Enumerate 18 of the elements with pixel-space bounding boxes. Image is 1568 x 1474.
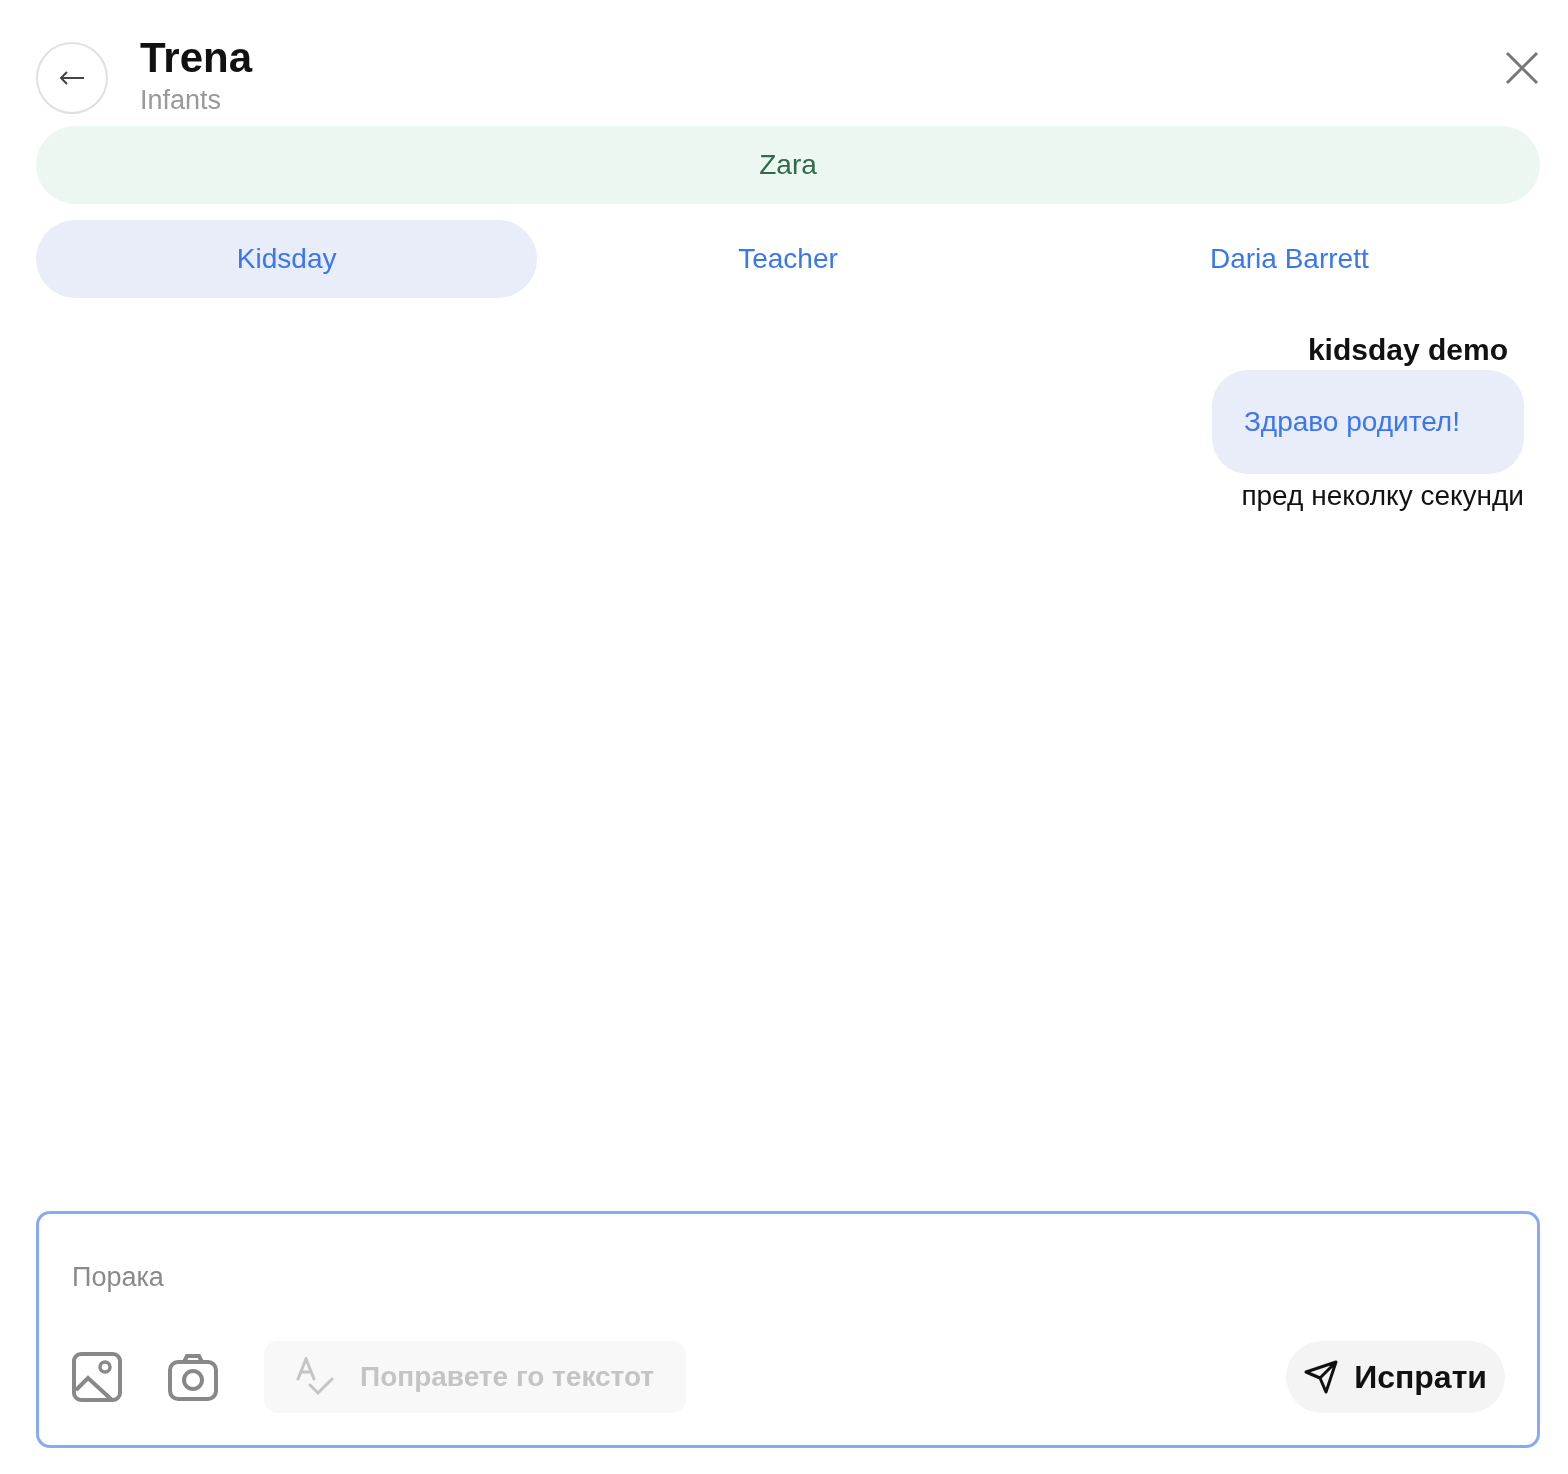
child-banner: Zara bbox=[36, 126, 1540, 204]
message-bubble: Здраво родител! bbox=[1211, 370, 1524, 474]
camera-button[interactable] bbox=[168, 1352, 218, 1402]
recipient-tab[interactable]: Daria Barrett bbox=[1038, 220, 1540, 298]
camera-icon bbox=[168, 1352, 218, 1402]
close-button[interactable] bbox=[1504, 50, 1540, 86]
image-button[interactable] bbox=[72, 1352, 122, 1402]
sender-name: kidsday demo bbox=[1307, 332, 1508, 368]
recipient-tab[interactable]: Kidsday bbox=[36, 220, 538, 298]
recipient-tab[interactable]: Teacher bbox=[537, 220, 1039, 298]
image-icon bbox=[72, 1352, 122, 1402]
contact-name: Trena bbox=[140, 34, 253, 82]
close-icon bbox=[1504, 50, 1540, 86]
paper-plane-icon bbox=[1304, 1360, 1339, 1394]
send-button[interactable]: Испрати bbox=[1286, 1341, 1505, 1413]
message-time: пред неколку секунди bbox=[1241, 480, 1524, 512]
group-name: Infants bbox=[140, 84, 222, 116]
back-arrow-icon bbox=[58, 70, 86, 86]
